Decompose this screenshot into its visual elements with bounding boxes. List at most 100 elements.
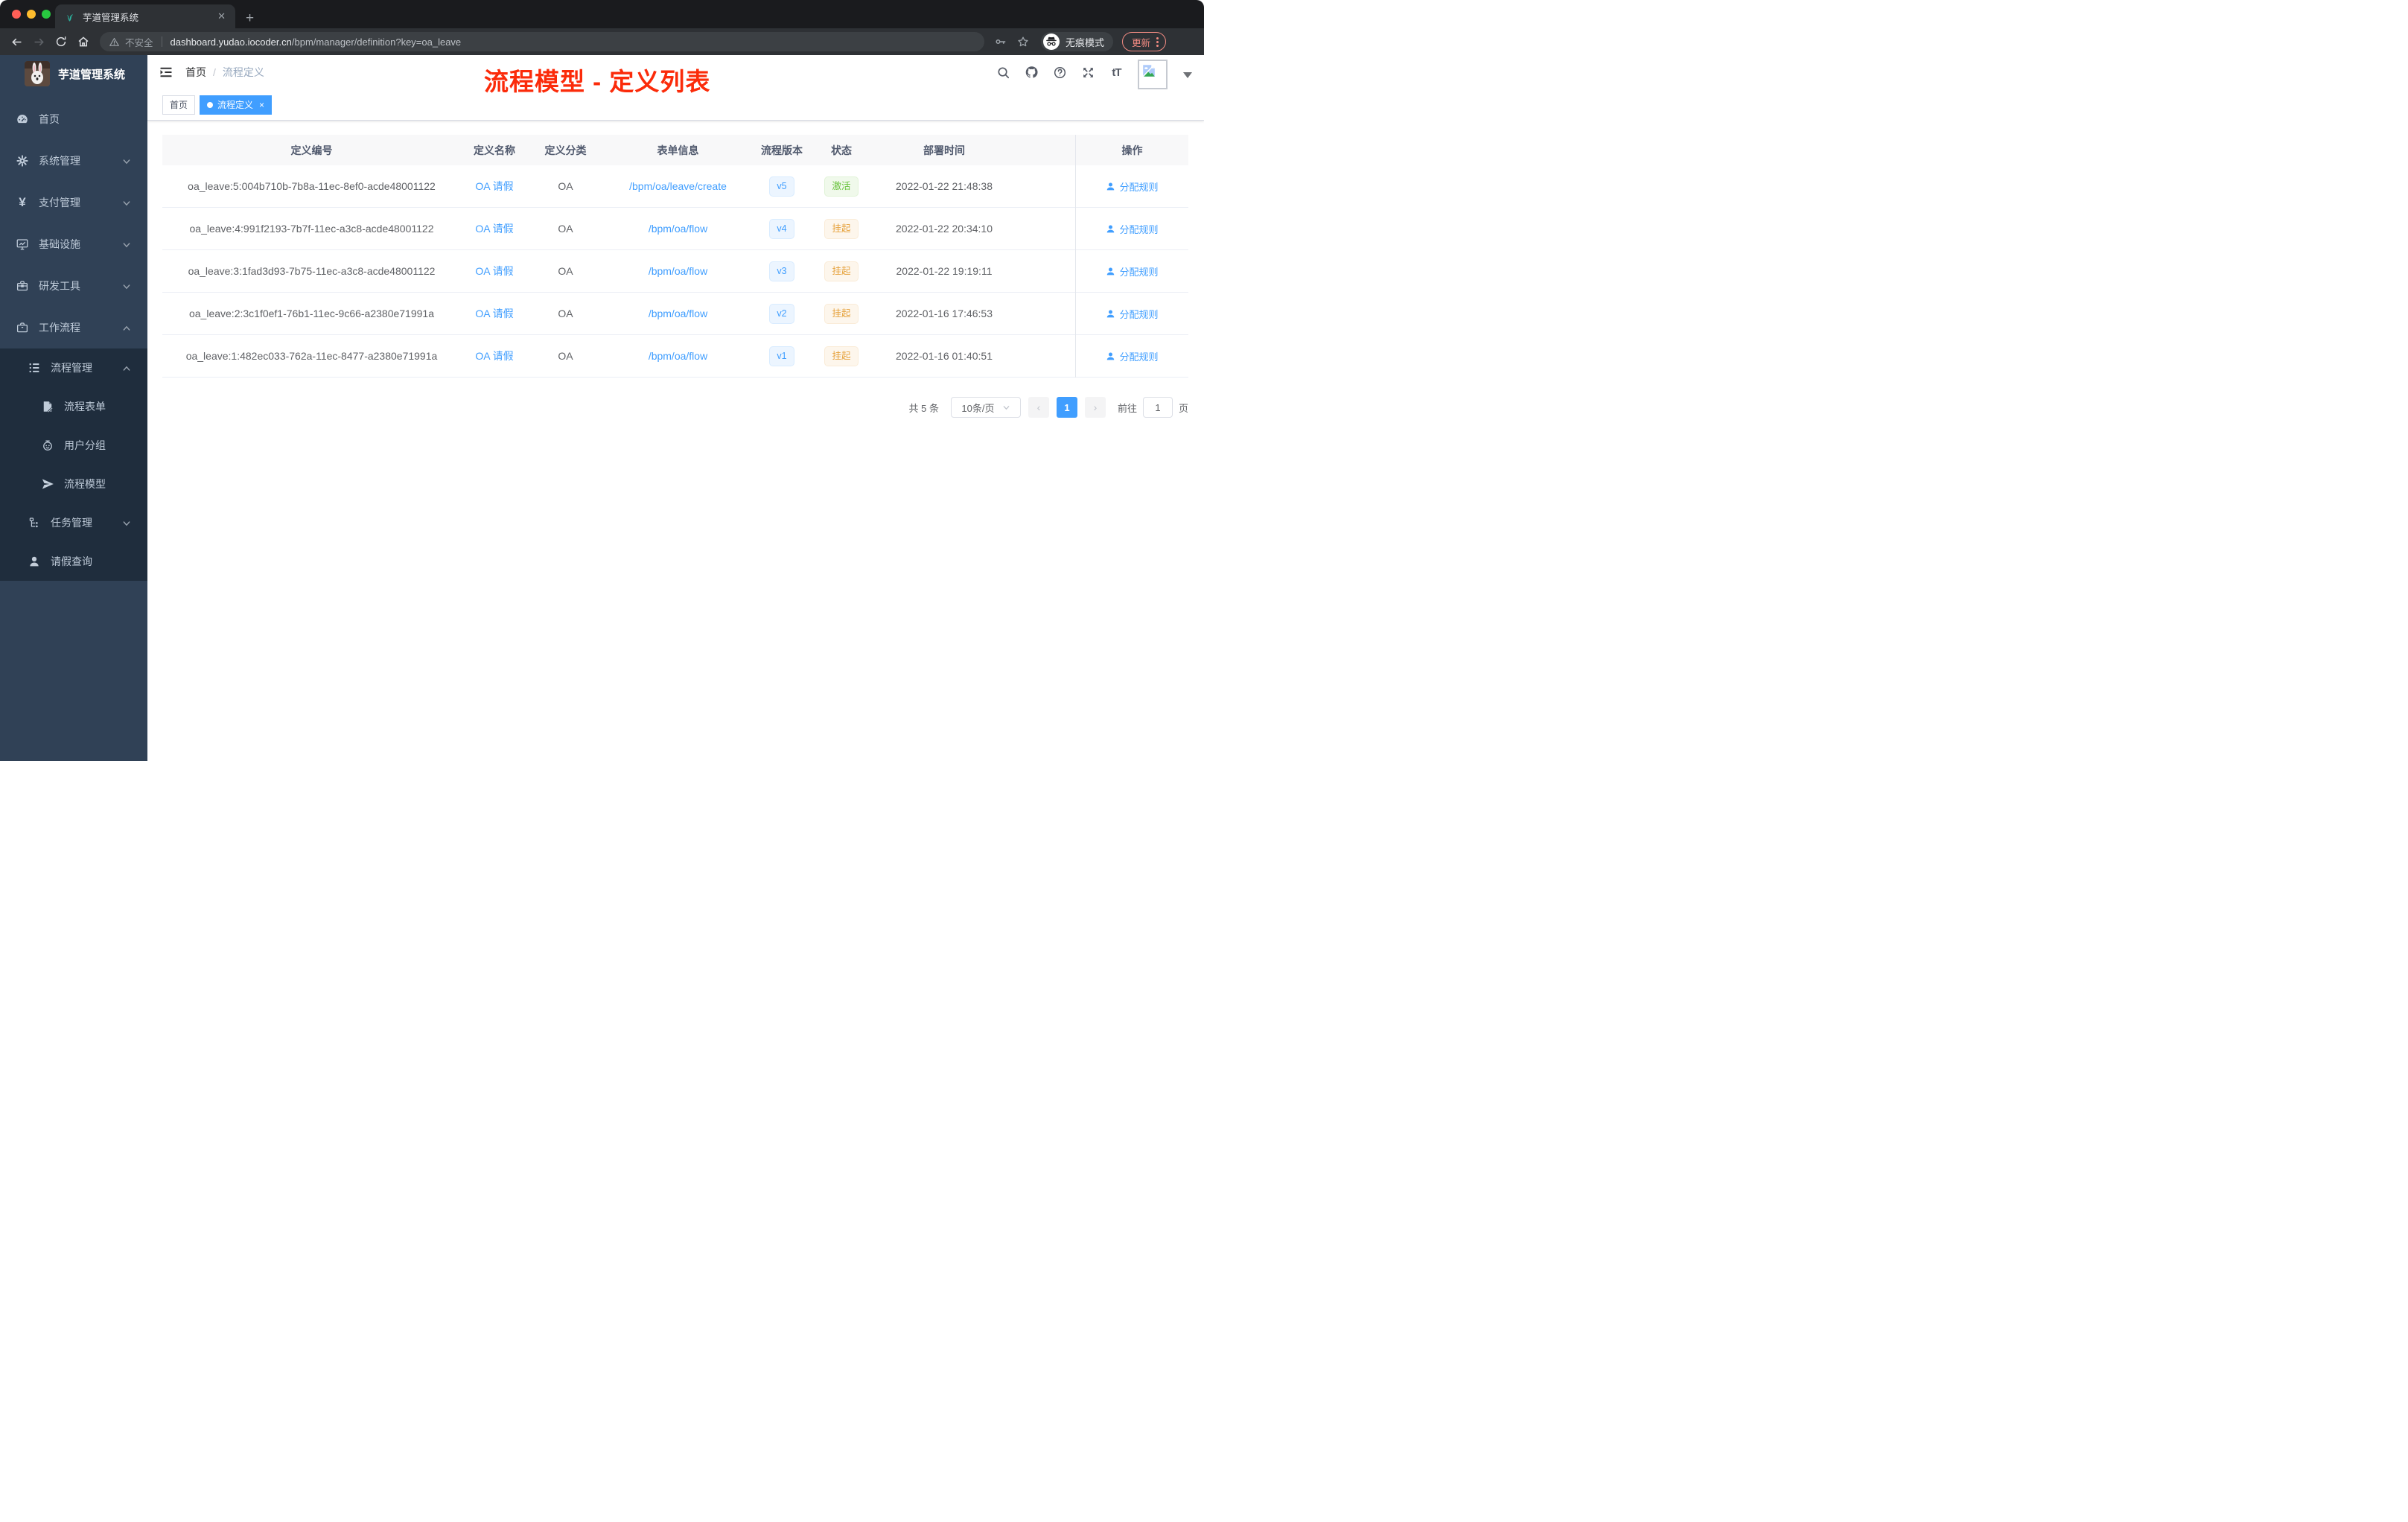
assign-rule-link[interactable]: 分配规则: [1106, 222, 1159, 236]
window-minimize-button[interactable]: [27, 10, 36, 19]
briefcase-icon: [16, 321, 29, 334]
sidebar-item-payment-management[interactable]: ¥ 支付管理: [0, 182, 147, 223]
assign-rule-link[interactable]: 分配规则: [1106, 179, 1159, 194]
sidebar-item-task-management[interactable]: 任务管理: [0, 503, 147, 542]
sidebar-item-process-form[interactable]: 流程表单: [0, 387, 147, 426]
prev-page-button[interactable]: ‹: [1028, 397, 1049, 418]
deploy-time: 2022-01-22 19:19:11: [896, 265, 993, 277]
assign-rule-label: 分配规则: [1119, 308, 1159, 320]
definition-table: 定义编号 定义名称 定义分类 表单信息 流程版本 状态 部署时间 操作 oa_leave:5:…: [162, 135, 1188, 378]
definition-category: OA: [558, 350, 573, 362]
status-badge: 激活: [824, 176, 859, 197]
help-icon[interactable]: [1053, 66, 1067, 80]
window-close-button[interactable]: [12, 10, 21, 19]
chevron-down-icon: [122, 198, 131, 210]
user-avatar[interactable]: [1138, 60, 1168, 89]
home-button[interactable]: [73, 31, 94, 52]
form-info-link[interactable]: /bpm/oa/flow: [649, 350, 707, 362]
address-bar[interactable]: 不安全 dashboard.yudao.iocoder.cn/bpm/manag…: [100, 32, 984, 51]
forward-button[interactable]: [28, 31, 49, 52]
form-info-link[interactable]: /bpm/oa/leave/create: [629, 180, 727, 192]
table-row: oa_leave:3:1fad3d93-7b75-11ec-a3c8-acde4…: [162, 250, 1188, 293]
next-page-button[interactable]: ›: [1084, 397, 1106, 418]
sidebar-item-process-model[interactable]: 流程模型: [0, 465, 147, 503]
chevron-up-icon: [122, 363, 131, 375]
definition-name-link[interactable]: OA 请假: [475, 308, 513, 319]
form-info-link[interactable]: /bpm/oa/flow: [649, 223, 707, 235]
window-maximize-button[interactable]: [42, 10, 51, 19]
github-icon[interactable]: [1025, 66, 1039, 80]
tag-close-icon[interactable]: ×: [259, 100, 264, 110]
sidebar-item-label: 首页: [39, 113, 60, 125]
sidebar-item-infrastructure[interactable]: 基础设施: [0, 223, 147, 265]
assign-rule-link[interactable]: 分配规则: [1106, 307, 1159, 321]
tab-close-icon[interactable]: ✕: [215, 10, 228, 22]
sidebar-item-system-management[interactable]: 系统管理: [0, 140, 147, 182]
browser-menu-icon[interactable]: [1156, 36, 1159, 47]
back-button[interactable]: [6, 31, 27, 52]
sidebar-item-label: 请假查询: [51, 555, 92, 567]
yen-icon: ¥: [19, 195, 26, 209]
definition-id: oa_leave:4:991f2193-7b7f-11ec-a3c8-acde4…: [189, 223, 434, 235]
active-dot: [207, 101, 214, 108]
sidebar-item-label: 基础设施: [39, 238, 80, 250]
goto-label: 前往: [1117, 402, 1137, 414]
goto-unit: 页: [1178, 402, 1188, 414]
new-tab-button[interactable]: +: [246, 11, 254, 25]
sidebar-item-dev-tools[interactable]: 研发工具: [0, 265, 147, 307]
form-info-link[interactable]: /bpm/oa/flow: [649, 308, 707, 319]
sidebar-item-leave-query[interactable]: 请假查询: [0, 542, 147, 581]
pagination: 共 5 条 10条/页 ‹ 1 › 前往 页: [162, 397, 1188, 418]
user-icon: [1107, 351, 1115, 360]
sidebar-item-user-group[interactable]: 用户分组: [0, 426, 147, 465]
definition-name-link[interactable]: OA 请假: [475, 223, 513, 235]
definition-name-link[interactable]: OA 请假: [475, 350, 513, 362]
user-icon: [1107, 309, 1115, 317]
fullscreen-icon[interactable]: [1081, 66, 1095, 80]
definition-name-link[interactable]: OA 请假: [475, 180, 513, 192]
tag-item[interactable]: 首页: [162, 95, 196, 115]
definition-category: OA: [558, 308, 573, 319]
assign-rule-link[interactable]: 分配规则: [1106, 264, 1159, 278]
avatar-caret-down-icon[interactable]: [1183, 72, 1192, 83]
sidebar-item-label: 支付管理: [39, 197, 80, 208]
user-icon: [1107, 267, 1115, 275]
update-button[interactable]: 更新: [1122, 32, 1167, 51]
user-icon: [1107, 224, 1115, 232]
deploy-time: 2022-01-16 17:46:53: [896, 308, 993, 319]
tag-active[interactable]: 流程定义 ×: [200, 95, 273, 115]
incognito-icon: [1042, 33, 1060, 51]
update-label: 更新: [1132, 37, 1151, 48]
sidebar-item-workflow[interactable]: 工作流程: [0, 307, 147, 348]
sidebar-toggle-icon[interactable]: [159, 65, 173, 80]
font-size-icon[interactable]: tT: [1109, 66, 1124, 80]
reload-button[interactable]: [51, 31, 71, 52]
warning-icon: [109, 36, 120, 48]
search-icon[interactable]: [996, 66, 1010, 80]
page-number-button[interactable]: 1: [1056, 397, 1077, 418]
form-info-link[interactable]: /bpm/oa/flow: [649, 265, 707, 277]
task-tree-icon: [28, 516, 41, 529]
assign-rule-link[interactable]: 分配规则: [1106, 349, 1159, 363]
chevron-down-icon: [122, 281, 131, 293]
definition-id: oa_leave:1:482ec033-762a-11ec-8477-a2380…: [185, 350, 438, 362]
deploy-time: 2022-01-22 21:48:38: [896, 180, 993, 192]
password-key-icon[interactable]: [990, 31, 1011, 52]
bookmark-star-icon[interactable]: [1013, 31, 1033, 52]
browser-tab[interactable]: 芋道管理系统 ✕: [55, 4, 235, 28]
breadcrumb-home[interactable]: 首页: [185, 65, 206, 80]
definition-name-link[interactable]: OA 请假: [475, 265, 513, 277]
status-badge: 挂起: [824, 303, 859, 324]
page-size-select[interactable]: 10条/页: [950, 397, 1021, 418]
sidebar-item-process-management[interactable]: 流程管理: [0, 348, 147, 387]
app-title: 芋道管理系统: [58, 68, 126, 81]
page-content: 定义编号 定义名称 定义分类 表单信息 流程版本 状态 部署时间 操作 oa_leave:5:…: [147, 121, 1204, 761]
sidebar-item-home[interactable]: 首页: [0, 98, 147, 140]
definition-id: oa_leave:5:004b710b-7b8a-11ec-8ef0-acde4…: [188, 180, 436, 192]
sidebar-item-label: 流程模型: [64, 478, 106, 490]
paper-plane-icon: [41, 477, 54, 491]
chevron-down-icon: [122, 518, 131, 530]
page-size-value: 10条/页: [961, 402, 995, 414]
goto-page-input[interactable]: [1142, 397, 1173, 418]
security-label[interactable]: 不安全: [125, 35, 153, 49]
